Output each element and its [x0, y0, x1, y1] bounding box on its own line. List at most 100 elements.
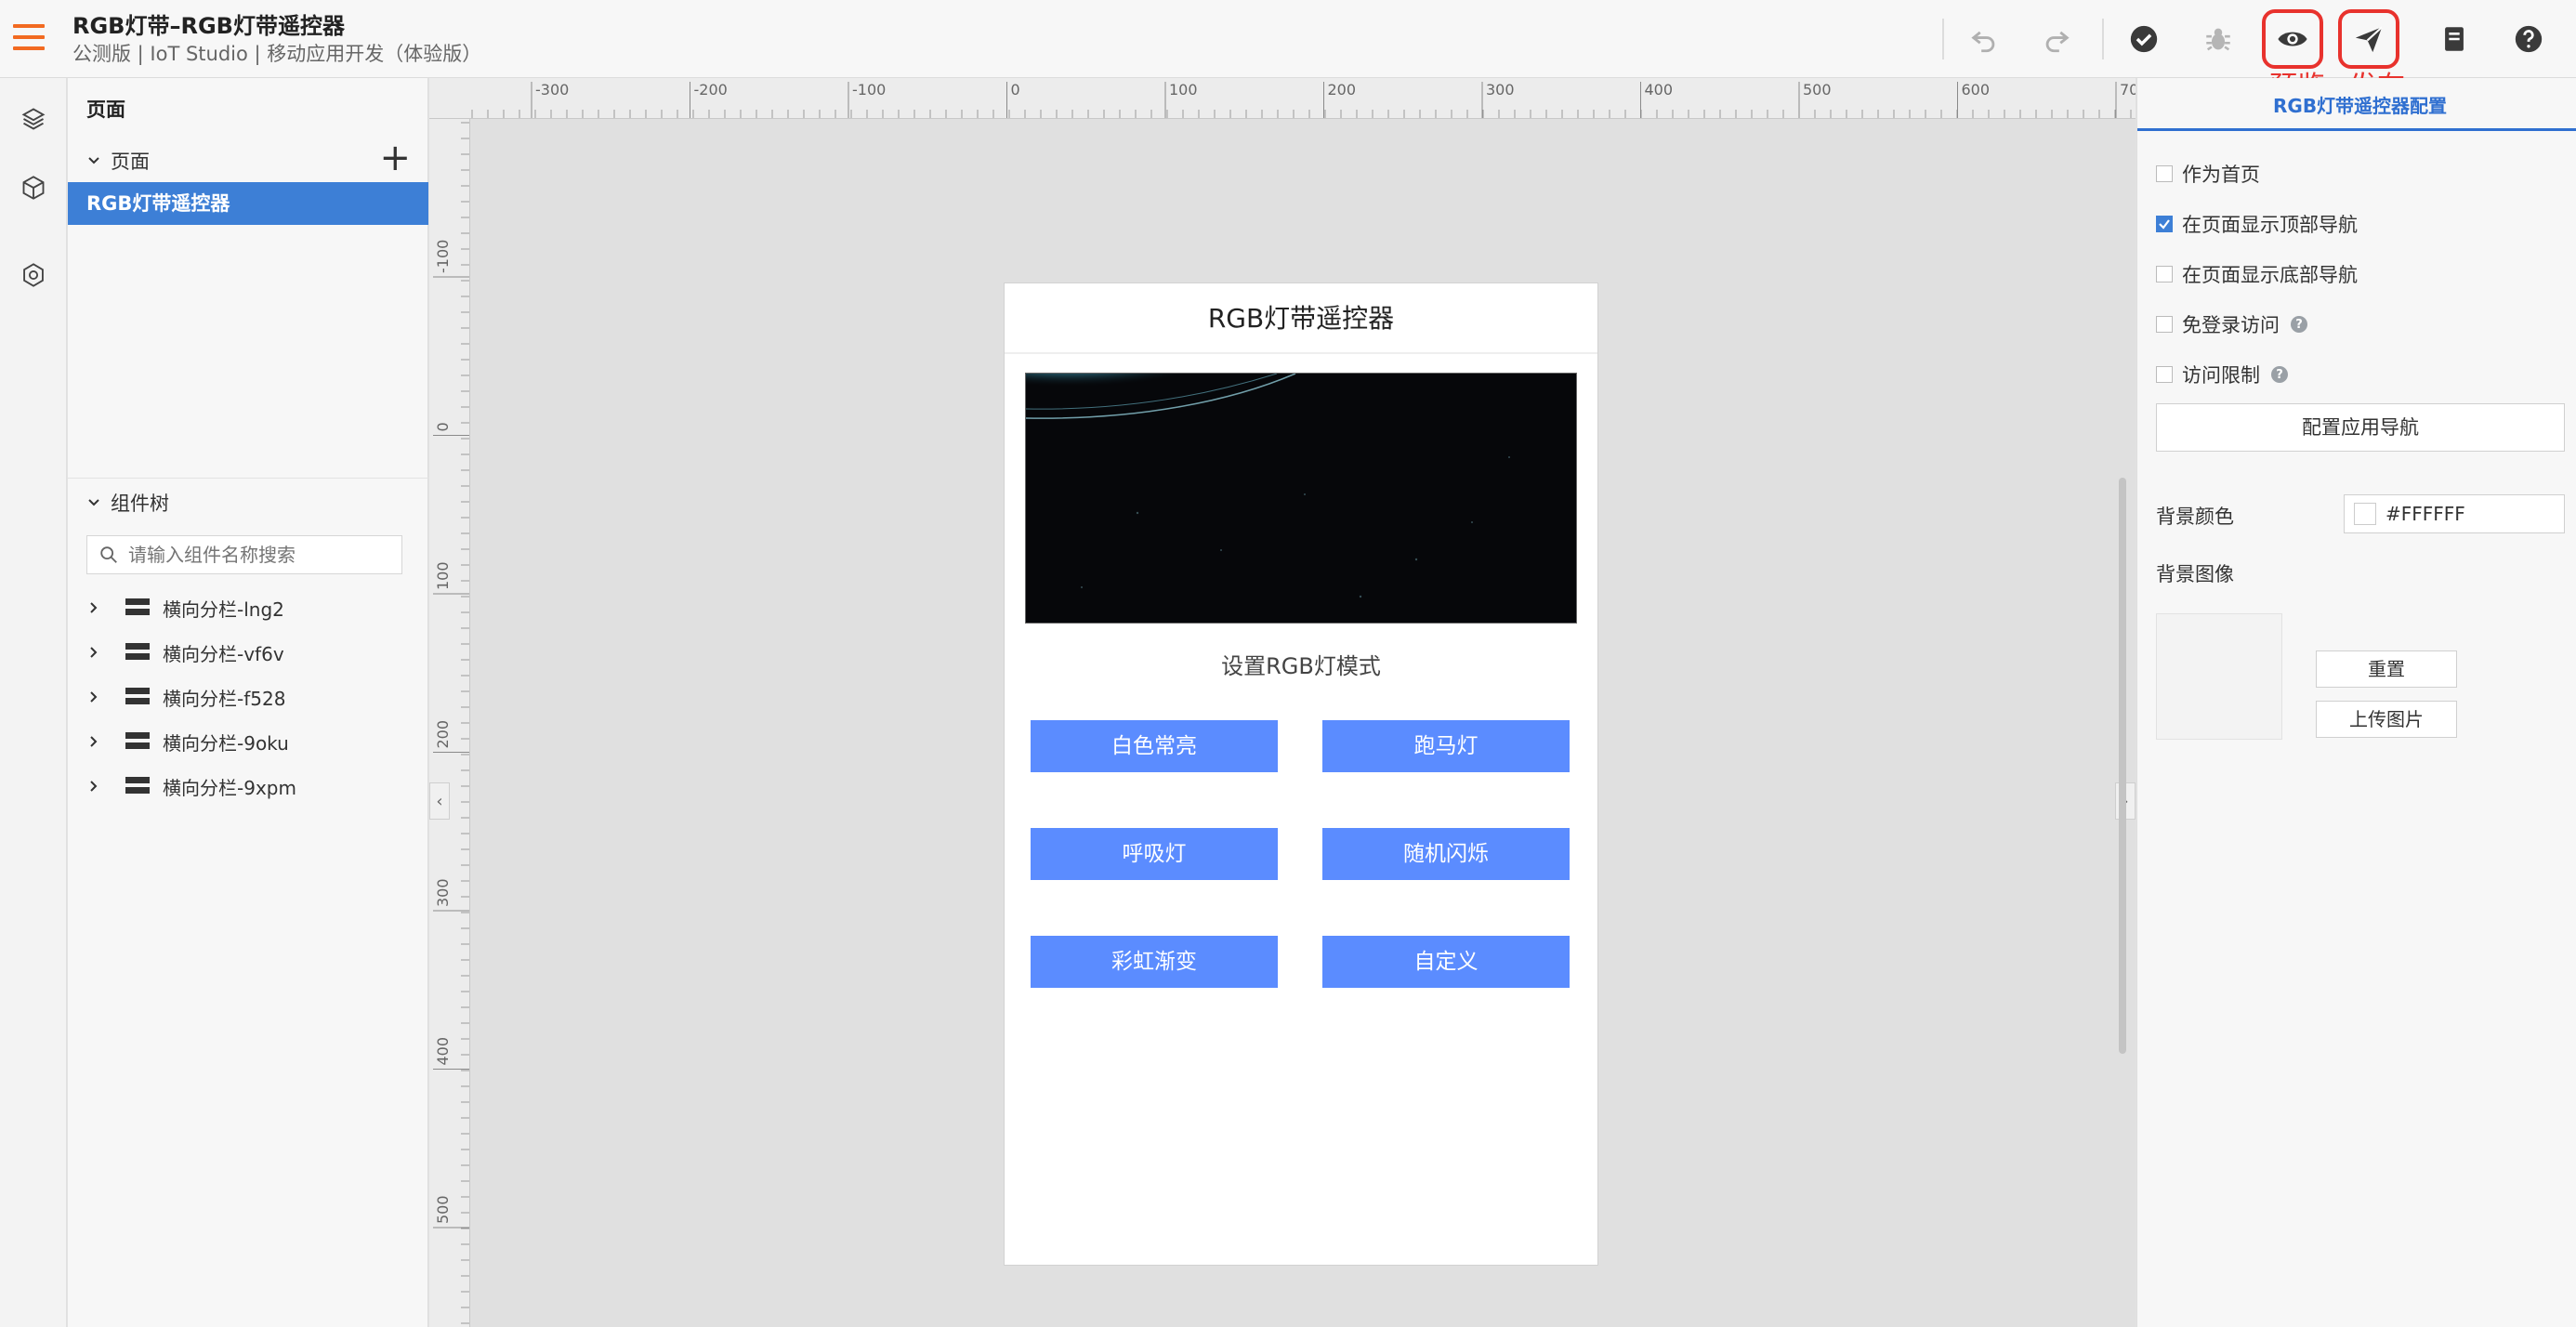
row-layout-icon [125, 777, 150, 795]
ruler-label: 300 [1486, 81, 1515, 99]
mode-button-white[interactable]: 白色常亮 [1031, 720, 1278, 772]
undo-button[interactable] [1961, 17, 2007, 61]
redo-icon [2045, 31, 2070, 53]
option-set-home[interactable]: 作为首页 [2156, 160, 2260, 188]
page-item-rgb-controller[interactable]: RGB灯带遥控器 [68, 182, 428, 225]
page-config-panel: RGB灯带遥控器配置 作为首页 在页面显示顶部导航 在页面显示底部导航 免登录访… [2136, 78, 2576, 1327]
check-circle-icon [2130, 25, 2158, 53]
bg-color-picker[interactable]: #FFFFFF [2344, 494, 2565, 533]
checkbox[interactable] [2156, 266, 2173, 282]
panel-title: 页面 [86, 99, 125, 121]
option-label: 作为首页 [2182, 164, 2260, 186]
mode-button-rainbow[interactable]: 彩虹渐变 [1031, 936, 1278, 988]
space-banner-graphic [1026, 374, 1576, 623]
vertical-ruler: -1000100200300400500600 [429, 119, 470, 1327]
bg-image-label: 背景图像 [2156, 563, 2234, 585]
component-search-input[interactable] [126, 543, 387, 567]
mode-button-marquee[interactable]: 跑马灯 [1322, 720, 1570, 772]
tree-section-toggle[interactable]: 组件树 [86, 489, 169, 517]
validate-button[interactable] [2121, 17, 2167, 61]
bg-image-preview [2156, 613, 2282, 740]
ruler-label: 400 [434, 1037, 452, 1066]
row-layout-icon [125, 643, 150, 662]
tree-section-label: 组件树 [111, 493, 169, 515]
config-tab[interactable]: RGB灯带遥控器配置 [2273, 91, 2447, 118]
preview-button[interactable] [2262, 9, 2323, 69]
phone-title: RGB灯带遥控器 [1005, 283, 1597, 354]
settings-icon[interactable] [17, 258, 50, 292]
panel-divider [68, 478, 428, 479]
bg-color-value: #FFFFFF [2385, 503, 2465, 525]
tree-item[interactable]: 横向分栏-9xpm [86, 769, 296, 803]
ruler-label: 200 [434, 720, 452, 749]
option-no-login[interactable]: 免登录访问 ? [2156, 310, 2307, 338]
help-button[interactable] [2505, 17, 2552, 61]
left-rail [0, 78, 67, 1327]
app-subtitle: 公测版 | IoT Studio | 移动应用开发（体验版） [72, 43, 482, 65]
tree-item[interactable]: 横向分栏-f528 [86, 680, 285, 714]
help-icon[interactable]: ? [2291, 316, 2307, 333]
debug-button[interactable] [2195, 17, 2241, 61]
row-layout-icon [125, 732, 150, 751]
checkbox[interactable] [2156, 366, 2173, 383]
ruler-label: -200 [694, 81, 728, 99]
toolbar-divider [1942, 19, 1944, 59]
redo-button[interactable] [2033, 17, 2080, 61]
chevron-right-icon [90, 602, 98, 613]
tree-item-label: 横向分栏-9xpm [163, 776, 296, 799]
mode-button-custom[interactable]: 自定义 [1322, 936, 1570, 988]
pages-section-toggle[interactable]: 页面 [86, 147, 150, 175]
chevron-down-icon [88, 157, 99, 164]
search-icon [100, 546, 117, 563]
color-swatch [2354, 503, 2376, 525]
component-search[interactable] [86, 535, 402, 574]
phone-preview[interactable]: RGB灯带遥控器 设置RGB灯模式 白色常亮 跑马灯 呼吸灯 随机闪烁 彩虹渐变… [1004, 282, 1598, 1266]
reset-button[interactable]: 重置 [2316, 650, 2457, 688]
checkbox[interactable] [2156, 316, 2173, 333]
tree-item[interactable]: 横向分栏-vf6v [86, 636, 284, 669]
layers-icon[interactable] [17, 102, 50, 136]
option-label: 在页面显示顶部导航 [2182, 214, 2358, 236]
ruler-label: 500 [1803, 81, 1832, 99]
ruler-label: 200 [1328, 81, 1357, 99]
ruler-label: -300 [535, 81, 569, 99]
mode-button-random-flash[interactable]: 随机闪烁 [1322, 828, 1570, 880]
design-canvas[interactable]: -300 -200 -100 0 100 200 300 400 500 600 700 -100 0… [429, 78, 2136, 1327]
undo-icon [1971, 31, 1995, 53]
document-button[interactable] [2431, 17, 2477, 61]
option-show-bottom-nav[interactable]: 在页面显示底部导航 [2156, 260, 2358, 288]
option-label: 在页面显示底部导航 [2182, 264, 2358, 286]
config-tab-underline [2137, 128, 2576, 131]
upload-image-button[interactable]: 上传图片 [2316, 701, 2457, 738]
add-page-button[interactable]: + [379, 139, 411, 177]
configure-nav-button[interactable]: 配置应用导航 [2156, 403, 2565, 452]
ruler-label: 300 [434, 878, 452, 907]
chevron-down-icon [88, 499, 99, 506]
checkbox[interactable] [2156, 165, 2173, 182]
row-layout-icon [125, 688, 150, 706]
chevron-right-icon [90, 736, 98, 747]
send-icon [2355, 26, 2383, 53]
checkbox-checked[interactable] [2156, 216, 2173, 232]
mode-button-breathing[interactable]: 呼吸灯 [1031, 828, 1278, 880]
option-label: 免登录访问 [2182, 314, 2280, 336]
collapse-left-panel-button[interactable]: ‹ [429, 782, 450, 820]
tree-item-label: 横向分栏-vf6v [163, 642, 284, 665]
help-icon[interactable]: ? [2271, 366, 2288, 383]
menu-icon[interactable] [13, 24, 45, 50]
tree-item-label: 横向分栏-lng2 [163, 598, 284, 621]
option-show-top-nav[interactable]: 在页面显示顶部导航 [2156, 210, 2358, 238]
cube-icon[interactable] [17, 171, 50, 204]
ruler-label: 100 [434, 561, 452, 590]
ruler-label: 0 [1011, 81, 1020, 99]
tree-item-label: 横向分栏-9oku [163, 731, 289, 755]
vertical-scrollbar[interactable] [2119, 478, 2126, 1054]
option-access-limit[interactable]: 访问限制 ? [2156, 361, 2288, 388]
publish-button[interactable] [2338, 9, 2399, 69]
ruler-label: -100 [852, 81, 886, 99]
mode-section-title: 设置RGB灯模式 [1221, 653, 1381, 679]
banner-image[interactable] [1025, 373, 1577, 624]
app-title: RGB灯带–RGB灯带遥控器 [72, 13, 345, 39]
tree-item[interactable]: 横向分栏-9oku [86, 725, 289, 758]
tree-item[interactable]: 横向分栏-lng2 [86, 591, 284, 624]
